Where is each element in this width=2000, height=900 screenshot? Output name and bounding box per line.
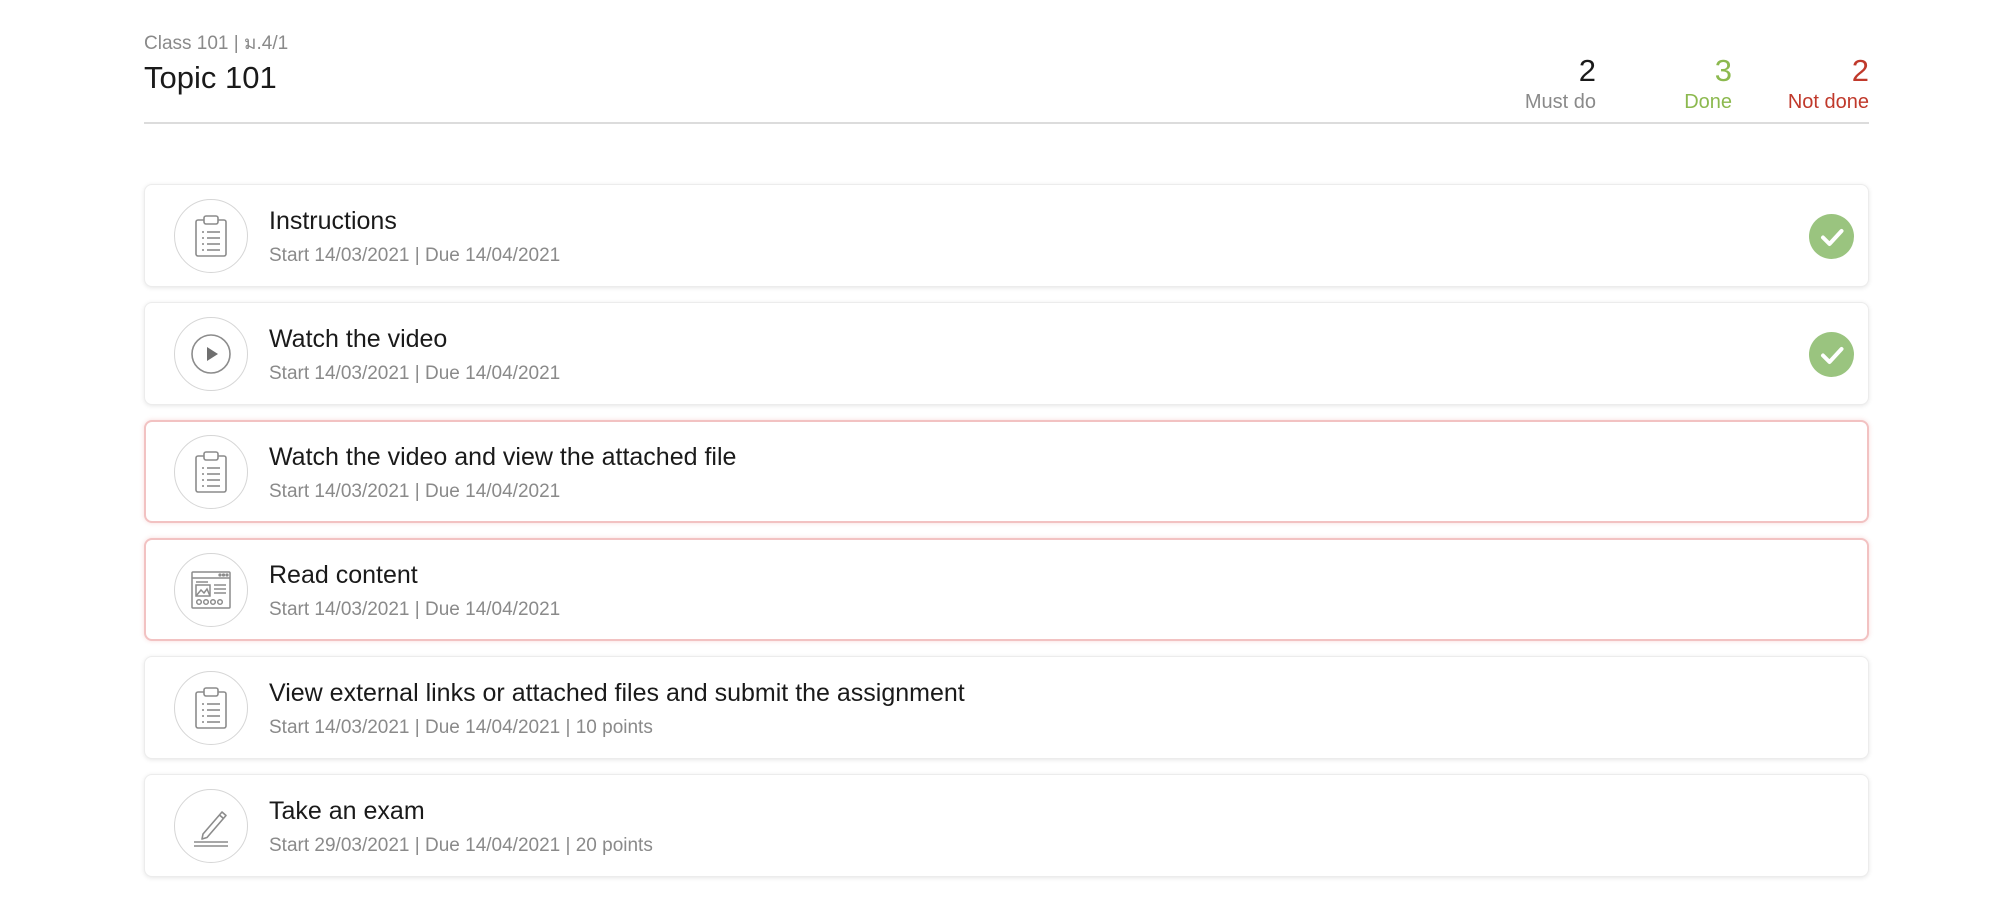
progress-stats: 2 Must do 3 Done 2 Not done — [1456, 54, 1869, 114]
activity-card-watch-video-attached-file[interactable]: Watch the video and view the attached fi… — [144, 420, 1869, 523]
play-icon — [174, 317, 248, 391]
activity-dates: Start 14/03/2021 | Due 14/04/2021 — [269, 599, 561, 620]
activity-title: Take an exam — [269, 797, 425, 825]
check-icon — [1809, 214, 1854, 259]
clipboard-icon — [174, 435, 248, 509]
topic-page: Class 101 | ม.4/1 Topic 101 2 Must do 3 … — [144, 0, 1869, 877]
not-done-count: 2 — [1851, 53, 1869, 88]
clipboard-icon — [174, 671, 248, 745]
activity-dates: Start 29/03/2021 | Due 14/04/2021 | 20 p… — [269, 835, 653, 856]
activity-card-take-exam[interactable]: Take an exam Start 29/03/2021 | Due 14/0… — [144, 774, 1869, 877]
must-do-count: 2 — [1578, 53, 1596, 88]
pencil-icon — [174, 789, 248, 863]
activity-title: View external links or attached files an… — [269, 679, 965, 707]
activity-dates: Start 14/03/2021 | Due 14/04/2021 — [269, 363, 561, 384]
activity-card-read-content[interactable]: Read content Start 14/03/2021 | Due 14/0… — [144, 538, 1869, 641]
activity-card-instructions[interactable]: Instructions Start 14/03/2021 | Due 14/0… — [144, 184, 1869, 287]
activity-list: Instructions Start 14/03/2021 | Due 14/0… — [144, 184, 1869, 892]
activity-title: Watch the video and view the attached fi… — [269, 443, 737, 471]
not-done-label: Not done — [1787, 91, 1869, 113]
done-count: 3 — [1714, 53, 1732, 88]
breadcrumb[interactable]: Class 101 | ม.4/1 — [144, 28, 288, 58]
stat-not-done: 2 Not done — [1732, 54, 1869, 114]
activity-title: Watch the video — [269, 325, 448, 353]
must-do-label: Must do — [1524, 91, 1596, 113]
activity-title: Instructions — [269, 207, 397, 235]
activity-title: Read content — [269, 561, 418, 589]
stat-done: 3 Done — [1596, 54, 1732, 114]
activity-card-watch-video[interactable]: Watch the video Start 14/03/2021 | Due 1… — [144, 302, 1869, 405]
activity-dates: Start 14/03/2021 | Due 14/04/2021 — [269, 245, 561, 266]
page-title: Topic 101 — [144, 60, 277, 95]
activity-dates: Start 14/03/2021 | Due 14/04/2021 — [269, 481, 561, 502]
activity-dates: Start 14/03/2021 | Due 14/04/2021 | 10 p… — [269, 717, 653, 738]
activity-card-submit-assignment[interactable]: View external links or attached files an… — [144, 656, 1869, 759]
webpage-icon — [174, 553, 248, 627]
clipboard-icon — [174, 199, 248, 273]
stat-must-do: 2 Must do — [1456, 54, 1596, 114]
check-icon — [1809, 332, 1854, 377]
done-label: Done — [1684, 91, 1732, 113]
topic-header: Class 101 | ม.4/1 Topic 101 2 Must do 3 … — [144, 0, 1869, 124]
